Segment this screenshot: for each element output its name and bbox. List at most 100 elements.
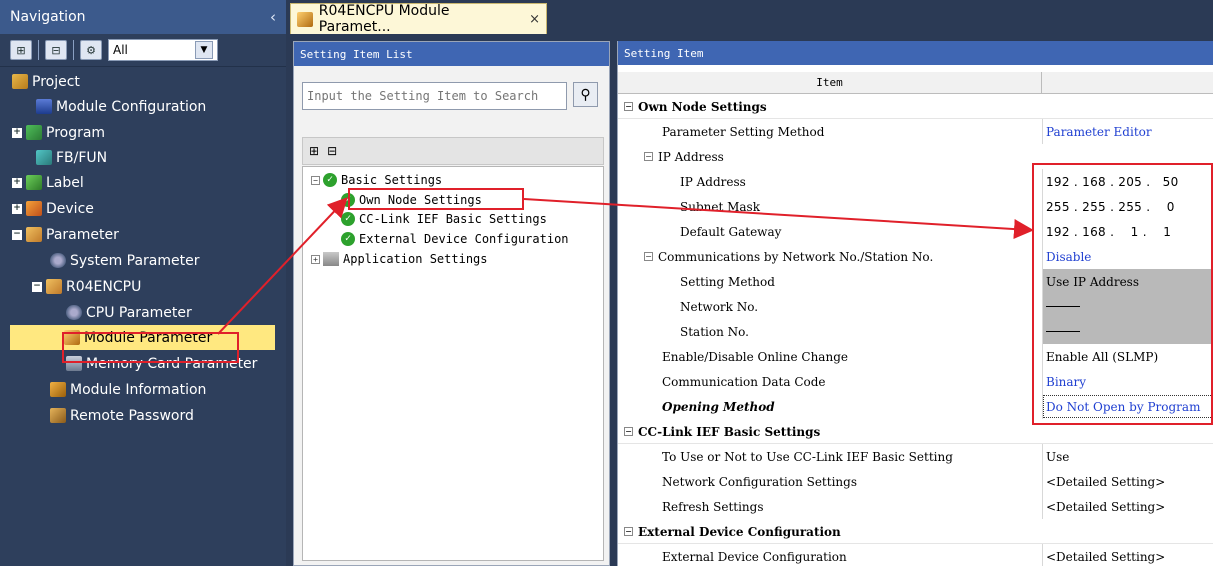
expand-icon[interactable]: + <box>12 177 22 188</box>
table-row[interactable]: − IP Address <box>618 144 1213 169</box>
list-item-external-device-configuration[interactable]: ✓ External Device Configuration <box>341 229 569 249</box>
row-value[interactable]: <Detailed Setting> <box>1046 550 1165 564</box>
table-row[interactable]: Network No. <box>618 294 1213 319</box>
navigation-title: Navigation <box>10 9 86 25</box>
list-item-basic-settings[interactable]: − ✓ Basic Settings <box>311 170 442 190</box>
expand-icon[interactable]: + <box>311 254 320 264</box>
list-item-label: Application Settings <box>343 252 488 266</box>
row-value[interactable]: Disable <box>1046 250 1091 264</box>
list-item-cc-link-ief-basic[interactable]: ✓ CC-Link IEF Basic Settings <box>341 209 547 229</box>
row-item-label: Subnet Mask <box>680 199 760 214</box>
system-parameter-icon <box>50 253 66 268</box>
tree-item-program[interactable]: + Program <box>12 120 105 145</box>
table-row[interactable]: Parameter Setting Method Parameter Edito… <box>618 119 1213 144</box>
row-value[interactable]: <Detailed Setting> <box>1046 475 1165 489</box>
collapse-tree-icon[interactable]: ⊟ <box>45 40 67 60</box>
table-row[interactable]: Enable/Disable Online Change Enable All … <box>618 344 1213 369</box>
table-row[interactable]: Setting Method Use IP Address <box>618 269 1213 294</box>
row-value[interactable]: Use <box>1046 450 1069 464</box>
category-own-node-settings[interactable]: − Own Node Settings <box>618 94 1213 119</box>
collapse-icon[interactable]: − <box>624 527 633 536</box>
table-row[interactable]: Default Gateway 192 . 168 . 1 . 1 <box>618 219 1213 244</box>
table-row[interactable]: − Communications by Network No./Station N… <box>618 244 1213 269</box>
tree-item-label: FB/FUN <box>56 149 108 166</box>
search-row: ⚲ <box>302 82 598 110</box>
subnet-mask-field[interactable]: 255 . 255 . 255 . 0 <box>1046 200 1175 214</box>
setting-search-input[interactable] <box>302 82 567 110</box>
collapse-icon[interactable]: − <box>644 252 653 261</box>
tree-item-label[interactable]: + Label <box>12 170 84 195</box>
category-cc-link-ief-basic-settings[interactable]: − CC-Link IEF Basic Settings <box>618 419 1213 444</box>
row-value[interactable]: Parameter Editor <box>1046 125 1152 139</box>
application-settings-icon <box>323 252 339 266</box>
column-header-item: Item <box>618 72 1042 94</box>
tree-item-remote-password[interactable]: Remote Password <box>50 403 194 428</box>
list-item-label: Own Node Settings <box>359 193 482 207</box>
row-item-label: Default Gateway <box>680 224 782 239</box>
tree-item-label: Memory Card Parameter <box>86 355 258 372</box>
panel-title: Setting Item List <box>294 42 609 66</box>
tree-item-module-parameter[interactable]: Module Parameter <box>10 325 275 350</box>
collapse-icon[interactable]: − <box>12 229 22 240</box>
expand-icon[interactable]: + <box>12 203 22 214</box>
gear-icon[interactable]: ⚙ <box>80 40 102 60</box>
tab-module-parameter[interactable]: R04ENCPU Module Paramet... × <box>290 3 547 35</box>
collapse-icon[interactable]: − <box>624 102 633 111</box>
tree-item-module-configuration[interactable]: Module Configuration <box>36 94 206 119</box>
category-external-device-configuration[interactable]: − External Device Configuration <box>618 519 1213 544</box>
remote-password-icon <box>50 408 66 423</box>
collapse-icon[interactable]: ‹ <box>270 8 276 26</box>
chevron-down-icon[interactable]: ▼ <box>195 41 213 59</box>
close-icon[interactable]: × <box>529 12 540 27</box>
collapse-icon[interactable]: − <box>311 175 320 185</box>
row-value[interactable]: Enable All (SLMP) <box>1046 350 1158 364</box>
row-item-label: To Use or Not to Use CC-Link IEF Basic S… <box>662 449 953 464</box>
list-item-application-settings[interactable]: + Application Settings <box>311 249 488 269</box>
tree-item-memory-card-parameter[interactable]: Memory Card Parameter <box>66 351 257 376</box>
row-item-label: Enable/Disable Online Change <box>662 349 848 364</box>
search-binoculars-icon[interactable]: ⚲ <box>573 82 598 107</box>
table-row[interactable]: Opening Method Do Not Open by Program <box>618 394 1213 419</box>
table-row[interactable]: Network Configuration Settings <Detailed… <box>618 469 1213 494</box>
row-item-label: Own Node Settings <box>638 99 767 114</box>
table-row[interactable]: External Device Configuration <Detailed … <box>618 544 1213 566</box>
ip-address-field[interactable]: 192 . 168 . 205 . 50 <box>1046 175 1179 189</box>
tree-item-r04encpu[interactable]: − R04ENCPU <box>32 274 141 299</box>
expand-tree-icon[interactable]: ⊞ <box>10 40 32 60</box>
tree-item-project[interactable]: Project <box>12 69 80 94</box>
tree-item-system-parameter[interactable]: System Parameter <box>50 248 200 273</box>
check-icon: ✓ <box>323 173 337 187</box>
tree-item-label: Module Configuration <box>56 98 207 115</box>
table-row[interactable]: Station No. <box>618 319 1213 344</box>
expand-icon[interactable]: + <box>12 127 22 138</box>
tree-item-device[interactable]: + Device <box>12 196 94 221</box>
table-row[interactable]: Subnet Mask 255 . 255 . 255 . 0 <box>618 194 1213 219</box>
list-item-own-node-settings[interactable]: ✓ Own Node Settings <box>341 190 482 210</box>
table-row[interactable]: IP Address 192 . 168 . 205 . 50 <box>618 169 1213 194</box>
tree-item-cpu-parameter[interactable]: CPU Parameter <box>66 300 192 325</box>
table-row[interactable]: To Use or Not to Use CC-Link IEF Basic S… <box>618 444 1213 469</box>
collapse-icon[interactable]: − <box>32 281 42 292</box>
tree-item-fbfun[interactable]: FB/FUN <box>36 145 107 170</box>
tree-item-module-information[interactable]: Module Information <box>50 377 206 402</box>
tree-item-parameter[interactable]: − Parameter <box>12 222 119 247</box>
row-value[interactable]: Do Not Open by Program <box>1046 400 1200 414</box>
row-value[interactable]: <Detailed Setting> <box>1046 500 1165 514</box>
parameter-icon <box>26 227 42 242</box>
default-gateway-field[interactable]: 192 . 168 . 1 . 1 <box>1046 225 1171 239</box>
empty-value-dash <box>1046 306 1080 307</box>
collapse-icon[interactable]: − <box>624 427 633 436</box>
table-row[interactable]: Refresh Settings <Detailed Setting> <box>618 494 1213 519</box>
row-value: Use IP Address <box>1046 274 1139 289</box>
setting-item-panel: Setting Item Item − Own Node Settings Par… <box>617 41 1213 566</box>
row-item-label: IP Address <box>680 174 746 189</box>
filter-dropdown[interactable]: All ▼ <box>108 39 218 61</box>
row-value[interactable]: Binary <box>1046 375 1086 389</box>
tree-item-label: CPU Parameter <box>86 304 192 321</box>
expand-all-icon[interactable]: ⊞ <box>309 144 319 158</box>
collapse-all-icon[interactable]: ⊟ <box>327 144 337 158</box>
collapse-icon[interactable]: − <box>644 152 653 161</box>
table-row[interactable]: Communication Data Code Binary <box>618 369 1213 394</box>
tree-item-label: Remote Password <box>70 407 194 424</box>
tree-item-label-text: Label <box>46 174 84 191</box>
